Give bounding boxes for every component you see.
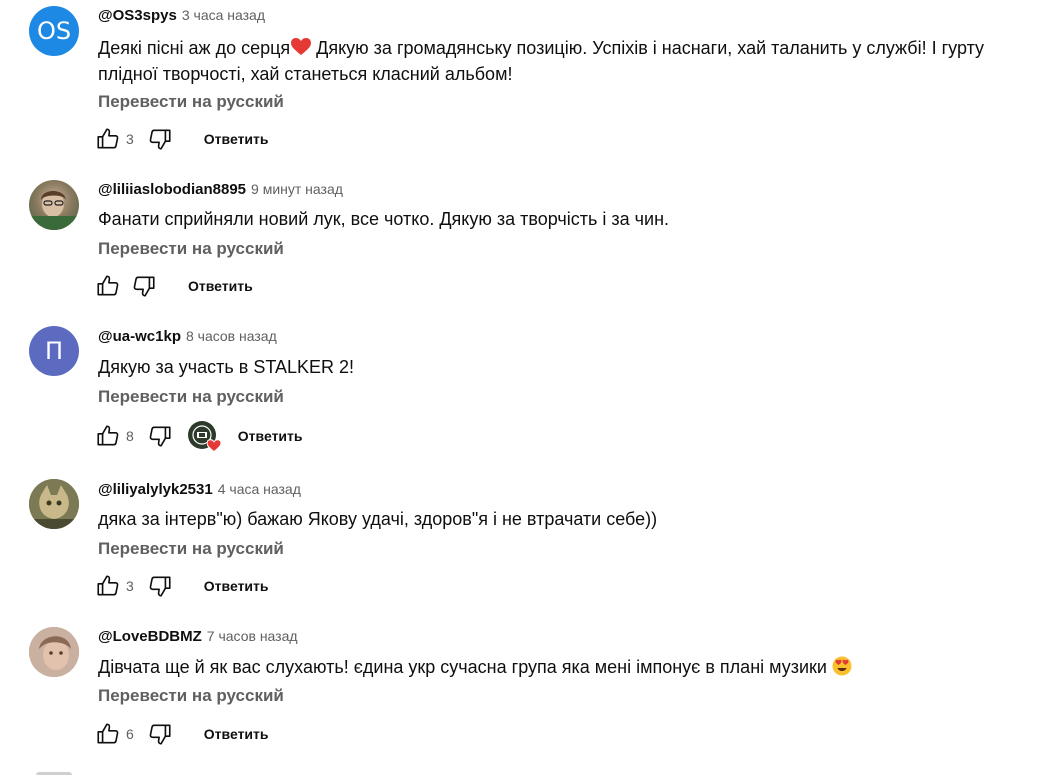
comment-header: @OS3spys 3 часа назад <box>98 7 265 27</box>
avatar[interactable] <box>29 479 79 529</box>
comment-author[interactable]: @OS3spys <box>98 7 177 24</box>
thumbs-up-icon[interactable] <box>94 572 122 600</box>
avatar-photo <box>29 479 79 529</box>
avatar-initials: OS <box>36 17 72 45</box>
thumbs-down-icon[interactable] <box>146 572 174 600</box>
like-count: 6 <box>126 726 134 742</box>
comment-text: Дівчата ще й як вас слухають! єдина укр … <box>98 654 1018 680</box>
comment-text: Фанати сприйняли новий лук, все чотко. Д… <box>98 209 670 229</box>
thumbs-down-icon[interactable] <box>146 720 174 748</box>
heart-eyes-emoji-icon <box>832 656 852 676</box>
avatar-initials: П <box>44 337 64 365</box>
avatar[interactable]: П <box>29 326 79 376</box>
like-count: 3 <box>126 578 134 594</box>
comment-time[interactable]: 7 часов назад <box>207 628 298 644</box>
thumbs-down-icon[interactable] <box>146 125 174 153</box>
comment-text: дяка за інтерв"ю) бажаю Якову удачі, здо… <box>98 509 658 529</box>
thumbs-up-icon[interactable] <box>94 422 122 450</box>
like-count: 3 <box>126 131 134 147</box>
reply-button[interactable]: Ответить <box>188 278 253 294</box>
red-heart-badge-icon <box>206 439 221 453</box>
comment-header: @ua-wc1kp 8 часов назад <box>98 328 277 348</box>
thumbs-up-icon[interactable] <box>94 272 122 300</box>
thumbs-up-icon[interactable] <box>94 125 122 153</box>
avatar-photo <box>29 191 79 230</box>
comment-text-part: Дівчата ще й як вас слухають! єдина укр … <box>98 657 832 677</box>
avatar[interactable] <box>29 180 79 230</box>
comment-header: @LoveBDBMZ 7 часов назад <box>98 628 298 648</box>
comment-time[interactable]: 3 часа назад <box>182 7 265 23</box>
comment-time[interactable]: 8 часов назад <box>186 328 277 344</box>
comment-header: @liliyalylyk2531 4 часа назад <box>98 481 301 501</box>
comment-actions: 3 Ответить <box>94 571 269 601</box>
translate-button[interactable]: Перевести на русский <box>98 239 284 259</box>
comment-actions: 6 Ответить <box>94 719 269 749</box>
comment-author[interactable]: @liliyalylyk2531 <box>98 481 213 498</box>
comment-author[interactable]: @ua-wc1kp <box>98 328 181 345</box>
reply-button[interactable]: Ответить <box>238 428 303 444</box>
reply-button[interactable]: Ответить <box>204 726 269 742</box>
comment-text: Деякі пісні аж до серця Дякую за громадя… <box>98 35 1018 87</box>
red-heart-emoji-icon <box>291 38 312 55</box>
avatar-photo <box>29 627 79 677</box>
comment-author[interactable]: @LoveBDBMZ <box>98 628 202 645</box>
comment-actions: 3 Ответить <box>94 124 269 154</box>
reply-button[interactable]: Ответить <box>204 131 269 147</box>
thumbs-up-icon[interactable] <box>94 720 122 748</box>
translate-button[interactable]: Перевести на русский <box>98 539 284 559</box>
comment-time[interactable]: 9 минут назад <box>251 181 343 197</box>
reply-button[interactable]: Ответить <box>204 578 269 594</box>
translate-button[interactable]: Перевести на русский <box>98 686 284 706</box>
translate-button[interactable]: Перевести на русский <box>98 92 284 112</box>
comment-header: @liliiaslobodian8895 9 минут назад <box>98 181 343 201</box>
comment-actions: Ответить <box>94 271 253 301</box>
avatar[interactable]: OS <box>29 6 79 56</box>
like-count: 8 <box>126 428 134 444</box>
comment-text-part: Деякі пісні аж до серця <box>98 38 291 58</box>
comment-actions: 8 Ответить <box>94 421 303 453</box>
translate-button[interactable]: Перевести на русский <box>98 387 284 407</box>
comment-time[interactable]: 4 часа назад <box>218 481 301 497</box>
avatar[interactable] <box>29 627 79 677</box>
thumbs-down-icon[interactable] <box>146 422 174 450</box>
thumbs-down-icon[interactable] <box>130 272 158 300</box>
comment-author[interactable]: @liliiaslobodian8895 <box>98 181 246 198</box>
creator-heart-badge-icon <box>187 421 221 453</box>
comment-text: Дякую за участь в STALKER 2! <box>98 357 355 377</box>
